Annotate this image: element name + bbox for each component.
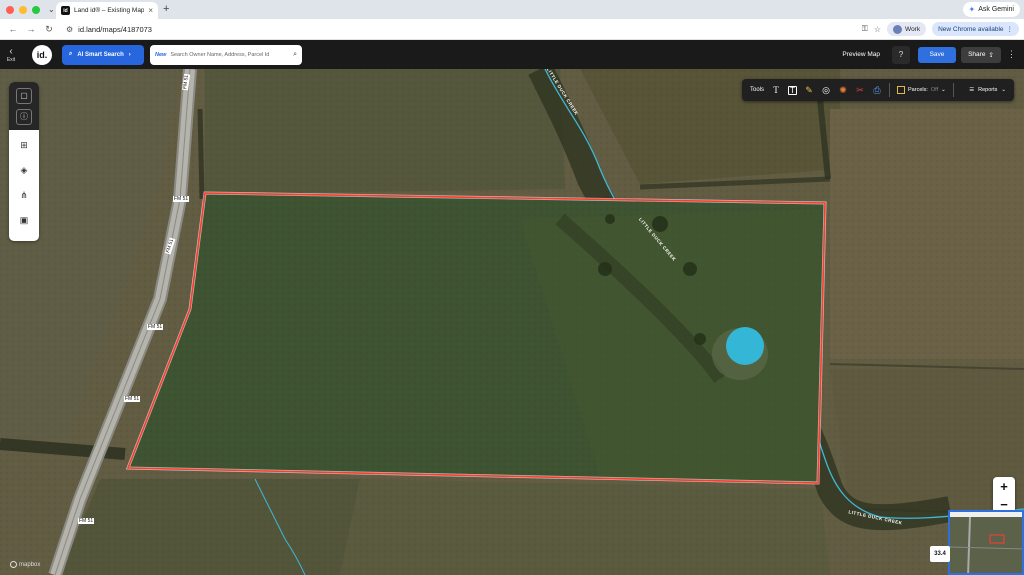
help-button[interactable]: ? [892,45,910,64]
divider [889,83,891,97]
zoom-out-button[interactable]: − [1000,498,1008,511]
minimap[interactable] [948,510,1024,575]
maximize-window-button[interactable] [32,5,40,14]
parcels-icon [897,86,906,94]
acreage-label: 33.4 [930,546,950,562]
ai-search-label: AI Smart Search [77,51,124,58]
mapbox-logo-icon [10,561,17,568]
road-label: FM 51 [124,396,141,402]
compass-icon[interactable]: ◎ [821,85,831,95]
more-vertical-icon: ⋮ [1006,26,1014,33]
zoom-control: + − [993,477,1015,513]
window-controls [6,5,40,14]
gemini-label: Ask Gemini [978,6,1014,13]
chevron-down-icon: ⌄ [1001,87,1006,93]
minimap-image [950,516,1022,573]
update-label: New Chrome available [938,25,1004,33]
chevron-down-icon: ⌄ [941,87,946,93]
tab-close-icon[interactable]: × [148,6,153,15]
back-arrow-icon[interactable]: ← [8,24,18,34]
app-header: ‹ Exit id. ⌕ AI Smart Search › New ⌕ Pre… [0,40,1024,69]
share-icon: ⇪ [988,51,994,59]
map-tools-bar: Tools T T ✎ ◎ ✺ ✂ ⎙ Parcels: Off ⌄ ☰ Rep… [742,79,1014,101]
map-icon[interactable]: ⊞ [18,139,30,151]
browser-tab[interactable]: id Land id® – Existing Map Edit × [56,2,158,19]
tools-label: Tools [750,87,765,93]
ask-gemini-button[interactable]: ✦ Ask Gemini [962,2,1020,17]
road-label: FM 51 [147,324,164,330]
save-button[interactable]: Save [918,46,956,63]
exit-button[interactable]: ‹ Exit [0,40,22,69]
parcels-state: Off [930,87,939,93]
forward-arrow-icon[interactable]: → [26,24,36,34]
logo[interactable]: id. [32,44,52,65]
parcels-label: Parcels: [908,87,928,93]
road-label: FM 51 [173,196,190,202]
magnifier-icon[interactable]: ⌕ [293,51,297,59]
hierarchy-icon[interactable]: ⋔ [18,189,30,201]
close-window-button[interactable] [6,5,14,14]
map-attribution: mapbox [10,561,40,568]
browser-tabstrip: ⌄ id Land id® – Existing Map Edit × + ✦ … [0,0,1024,19]
new-tab-button[interactable]: + [163,3,169,15]
divider [952,83,954,97]
ruler-icon[interactable]: ✎ [804,85,814,95]
map-canvas[interactable]: FM 51 FM 51 FM 51 FM 51 FM 51 FM 51 LITT… [0,69,1024,575]
gemini-icon: ✦ [968,5,976,14]
more-options-icon[interactable]: ⋮ [1007,49,1016,60]
reports-icon: ☰ [969,87,975,93]
search-icon: ⌕ [69,51,73,57]
avatar [893,24,903,34]
share-button[interactable]: Share ⇪ [961,46,1001,63]
chevron-right-icon: › [128,51,131,58]
password-key-icon[interactable]: ⚿ [862,24,868,34]
pond [726,327,764,365]
text-box-tool-icon[interactable]: T [788,85,798,95]
address-bar[interactable]: ⚙ id.land/maps/4187073 [66,25,862,34]
url-text[interactable]: id.land/maps/4187073 [78,25,152,34]
satellite-map [0,69,1024,575]
share-label: Share [968,51,986,58]
reports-button[interactable]: ☰ Reports ⌄ [969,87,1006,93]
favicon: id [61,6,70,15]
preview-map-button[interactable]: Preview Map [842,51,880,58]
ai-smart-search-button[interactable]: ⌕ AI Smart Search › [62,44,144,65]
scissors-icon[interactable]: ✂ [855,85,865,95]
minimize-window-button[interactable] [19,5,27,14]
road-label: FM 51 [78,518,95,524]
left-tool-panel: ▢ ⓘ ⊞ ◈ ⋔ ▣ [9,82,39,241]
search-box[interactable]: New ⌕ [150,44,302,65]
exit-label: Exit [6,56,16,63]
parcel-icon[interactable]: ▢ [16,87,32,104]
chrome-update-button[interactable]: New Chrome available ⋮ [932,22,1019,36]
print-icon[interactable]: ⎙ [872,85,882,95]
reports-label: Reports [978,87,998,93]
tab-search-icon[interactable]: ⌄ [48,5,55,14]
attribution-label: mapbox [19,561,41,568]
target-icon[interactable]: ✺ [838,85,848,95]
chevron-left-icon: ‹ [9,45,13,57]
site-settings-icon[interactable]: ⚙ [66,25,73,34]
zoom-in-button[interactable]: + [1000,480,1008,493]
parcels-toggle[interactable]: Parcels: Off ⌄ [897,86,946,94]
profile-button[interactable]: Work [887,22,927,36]
bookmark-star-icon[interactable]: ☆ [874,25,881,34]
browser-toolbar: ← → ↻ ⚙ id.land/maps/4187073 ⚿ ☆ Work Ne… [0,19,1024,40]
profile-label: Work [905,25,921,33]
info-icon[interactable]: ⓘ [16,108,32,125]
layers-icon[interactable]: ◈ [18,164,30,176]
reload-icon[interactable]: ↻ [44,24,54,35]
image-icon[interactable]: ▣ [18,214,30,226]
tab-title: Land id® – Existing Map Edit [74,7,145,14]
new-badge: New [155,51,167,58]
search-input[interactable] [170,51,290,58]
text-tool-icon[interactable]: T [771,85,781,95]
